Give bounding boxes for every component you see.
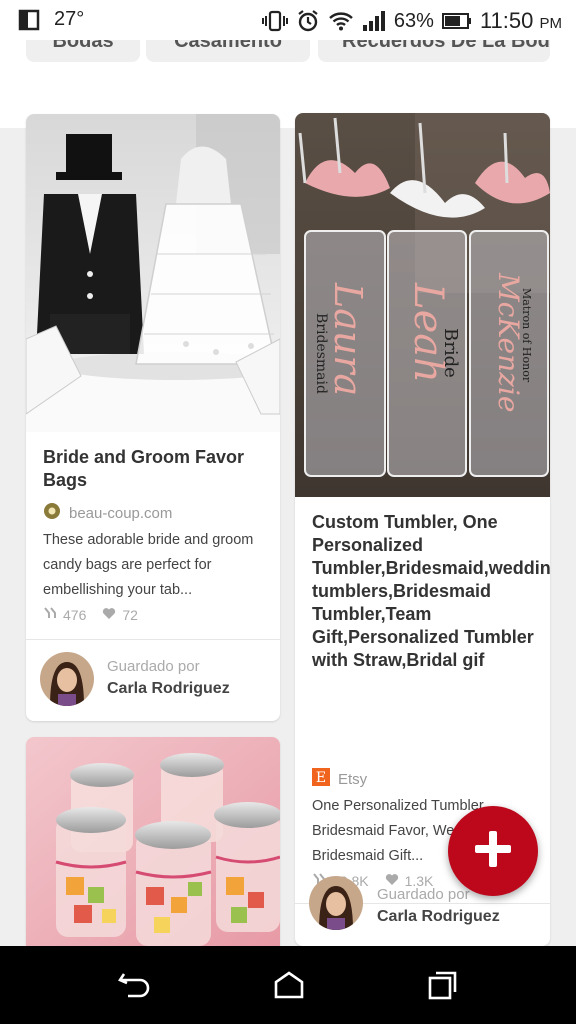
add-pin-button[interactable] xyxy=(448,806,538,896)
chip-recuerdos[interactable]: Recuerdos De La Boda xyxy=(318,40,550,62)
svg-text:E: E xyxy=(316,770,326,786)
saver-name[interactable]: Carla Rodriguez xyxy=(107,680,230,698)
recents-button[interactable] xyxy=(426,970,460,1000)
avatar[interactable] xyxy=(40,652,94,706)
heart-icon xyxy=(102,607,116,623)
tumbler-role-3: Matron of Honor xyxy=(520,288,533,383)
pin-title[interactable]: Bride and Groom Favor Bags xyxy=(43,446,266,492)
saved-by-label: Guardado por xyxy=(377,886,470,903)
clock-time: 11:50 xyxy=(479,8,534,33)
chip-bodas[interactable]: Bodas xyxy=(26,40,140,62)
back-button[interactable] xyxy=(118,970,152,1000)
recents-icon xyxy=(428,971,457,1000)
pin-source[interactable]: E Etsy xyxy=(312,768,367,790)
battery-icon xyxy=(441,12,472,30)
pin-feed[interactable]: Bodas Casamento Recuerdos De La Boda Bri… xyxy=(0,40,576,946)
repin-count: 476 xyxy=(63,606,87,623)
plus-icon xyxy=(473,829,513,874)
back-icon xyxy=(118,973,150,998)
card-divider xyxy=(26,639,280,640)
pin-description: These adorable bride and groom candy bag… xyxy=(43,532,254,598)
pin-source-label: Etsy xyxy=(338,770,368,788)
beau-coup-favicon-icon xyxy=(43,502,61,524)
signal-icon xyxy=(362,10,386,32)
battery-percent: 63% xyxy=(393,9,434,32)
pin-card[interactable]: Bride and Groom Favor Bags beau-coup.com… xyxy=(26,114,280,721)
screen-mirror-icon xyxy=(18,9,40,31)
pin-image[interactable] xyxy=(26,737,280,946)
etsy-favicon-icon: E xyxy=(312,768,330,790)
like-count: 72 xyxy=(122,606,138,623)
status-bar: 27° 63% 11:50 PM xyxy=(0,0,576,40)
alarm-icon xyxy=(296,9,320,33)
home-button[interactable] xyxy=(272,970,306,1000)
pin-image[interactable]: Laura Bridesmaid Leah Bride McKenzie Mat… xyxy=(295,113,550,497)
clock-suffix: PM xyxy=(539,15,563,32)
pin-title[interactable]: Custom Tumbler, One Personalized Tumbler… xyxy=(312,511,550,672)
system-nav-bar xyxy=(0,946,576,1024)
home-icon xyxy=(274,971,304,999)
pin-source[interactable]: beau-coup.com xyxy=(43,502,172,524)
pin-source-label: beau-coup.com xyxy=(69,504,173,522)
vibrate-icon xyxy=(261,10,288,32)
temperature-text: 27° xyxy=(54,8,85,30)
chip-casamento[interactable]: Casamento xyxy=(146,40,310,62)
avatar[interactable] xyxy=(309,876,363,930)
repin-icon xyxy=(43,606,57,623)
tumbler-name-1: Laura xyxy=(326,282,370,396)
saved-by-label: Guardado por xyxy=(107,658,200,675)
tumbler-role-1: Bridesmaid xyxy=(313,313,329,394)
pin-image[interactable] xyxy=(26,114,280,432)
pin-stats: 476 72 xyxy=(43,606,138,623)
wifi-icon xyxy=(328,10,354,32)
pin-card[interactable] xyxy=(26,737,280,946)
tumbler-role-2: Bride xyxy=(440,328,461,378)
saver-name[interactable]: Carla Rodriguez xyxy=(377,908,500,926)
